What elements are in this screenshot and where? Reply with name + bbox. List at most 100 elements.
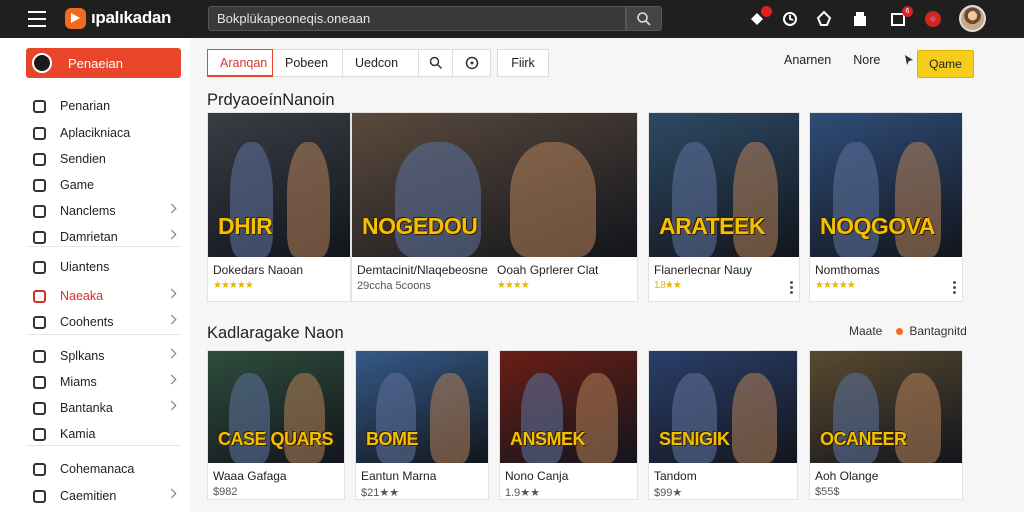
sidebar-item-label: Splkans (60, 349, 105, 363)
game-price: $99★ (654, 487, 683, 499)
section-2-filter-2[interactable]: Bantagnitd (909, 324, 966, 338)
game-logo-text: ANSMEK (510, 428, 586, 449)
game-card[interactable]: CASE QUARS Waaa Gafaga $982 (207, 350, 345, 500)
game-logo-text: NOGEDOU (362, 212, 478, 239)
game-subtitle: 29ccha 5coons (357, 280, 431, 292)
sidebar: Penaeian Penarian Aplacikniaca Sendien Game… (0, 38, 190, 512)
more-options-icon[interactable] (953, 281, 956, 296)
game-card[interactable]: OCANEER Aoh Olange $55$ (809, 350, 963, 500)
game-title: Flanerlecnar Nauy (654, 263, 753, 277)
sidebar-item-label: Aplacikniaca (60, 126, 131, 140)
sidebar-item-11[interactable]: Bantanka (33, 397, 181, 419)
game-thumbnail: NOGEDOU (352, 113, 637, 257)
game-thumbnail: OCANEER (810, 351, 962, 463)
chevron-right-icon (166, 288, 177, 299)
puzzle-icon (33, 230, 46, 244)
rating-stars: ★★★★★ (213, 280, 254, 291)
sidebar-item-4[interactable]: Nanclems (33, 200, 181, 222)
sidebar-item-label: Uiantens (60, 260, 110, 274)
tab-0[interactable]: Aranqan (207, 49, 273, 77)
clock-icon[interactable] (781, 10, 799, 28)
game-card[interactable]: NOQGOVA Nomthomas ★★★★★ (809, 112, 963, 302)
tab-label: Pobeen (285, 56, 329, 70)
logo-icon[interactable] (65, 8, 86, 29)
game-title: Aoh Olange (815, 469, 879, 483)
game-card[interactable]: NOGEDOU Demtacinit/Nlaqebeosne 29ccha 5coo… (351, 112, 638, 302)
chevron-right-icon (166, 488, 177, 499)
toolbar-right: Anarnen Nore (784, 53, 930, 67)
sidebar-item-0[interactable]: Penarian (33, 95, 181, 117)
game-card[interactable]: DHIR Dokedars Naoan ★★★★★ (207, 112, 351, 302)
sidebar-item-label: Penarian (60, 99, 111, 113)
toolbar-link-2[interactable]: Nore (853, 53, 880, 67)
sidebar-item-label: Nanclems (60, 204, 116, 218)
notification-icon[interactable]: 6 (889, 6, 913, 28)
disc-icon (33, 489, 46, 503)
sidebar-item-label: Game (60, 178, 95, 192)
sidebar-item-6[interactable]: Uiantens (33, 256, 181, 278)
tab-5[interactable]: Fiirk (497, 49, 549, 77)
main-content: Aranqan Pobeen Uedcon Fiirk Anarnen Nore… (190, 38, 1024, 512)
sidebar-item-12[interactable]: Kamia (33, 423, 181, 445)
top-bar: ıpalıkadan 6 (0, 0, 1024, 38)
gift-icon[interactable] (851, 10, 869, 28)
sidebar-item-8[interactable]: Coohents (33, 311, 181, 333)
sidebar-item-14[interactable]: Caemitien (33, 485, 181, 507)
sidebar-item-2[interactable]: Sendien (33, 148, 181, 170)
game-thumbnail: CASE QUARS (208, 351, 344, 463)
game-price: 1.9★★ (505, 487, 541, 499)
game-thumbnail: SENIGIK (649, 351, 797, 463)
user-icon (33, 375, 46, 389)
chevron-right-icon (166, 203, 177, 214)
game-title: Ooah Gprlerer Clat (497, 263, 599, 277)
avatar[interactable] (959, 5, 986, 32)
sidebar-item-1[interactable]: Aplacikniaca (33, 122, 181, 144)
search-input[interactable] (209, 7, 625, 30)
app-logo-text[interactable]: ıpalıkadan (91, 8, 171, 28)
sidebar-item-label: Damrietan (60, 230, 118, 244)
sidebar-item-10[interactable]: Miams (33, 371, 181, 393)
toolbar-link-1[interactable]: Anarnen (784, 53, 831, 67)
sword-icon (33, 349, 46, 363)
sidebar-item-label: Naeaka (60, 289, 104, 303)
rating-stars: 1.8★★ (654, 280, 682, 291)
game-card[interactable]: BOME Eantun Marna $21★★ (355, 350, 489, 500)
game-card[interactable]: ARATEEK Flanerlecnar Nauy 1.8★★ (648, 112, 800, 302)
sidebar-item-7[interactable]: Naeaka (33, 285, 181, 307)
game-price: $21★★ (361, 487, 400, 499)
filter-dot-icon (896, 327, 904, 335)
doc-icon (33, 401, 46, 415)
user-shield-icon[interactable] (815, 10, 833, 28)
tab-refresh[interactable] (453, 49, 491, 77)
game-card[interactable]: ANSMEK Nono Canja 1.9★★ (499, 350, 638, 500)
sidebar-item-label: Bantanka (60, 401, 113, 415)
section-2-filter-1[interactable]: Maate (849, 324, 882, 338)
tab-2[interactable]: Uedcon (343, 49, 419, 77)
game-title: Dokedars Naoan (213, 263, 304, 277)
primary-action-label: Qame (929, 57, 962, 71)
sidebar-main-button[interactable]: Penaeian (26, 48, 181, 78)
sidebar-item-9[interactable]: Splkans (33, 345, 181, 367)
game-card[interactable]: SENIGIK Tandom $99★ (648, 350, 798, 500)
settings-icon[interactable] (924, 10, 942, 28)
game-price: $55$ (815, 486, 840, 498)
pin-icon[interactable] (902, 53, 916, 67)
tab-search[interactable] (419, 49, 453, 77)
primary-action-button[interactable]: Qame (917, 50, 974, 78)
sidebar-item-5[interactable]: Damrietan (33, 226, 181, 248)
menu-icon[interactable] (28, 11, 46, 27)
search-button[interactable] (626, 6, 662, 31)
tab-1[interactable]: Pobeen (273, 49, 343, 77)
cube-icon (33, 315, 46, 329)
record-icon[interactable] (748, 6, 772, 28)
search-box[interactable] (208, 6, 626, 31)
game-logo-text: SENIGIK (659, 428, 730, 449)
game-thumbnail: NOQGOVA (810, 113, 962, 257)
more-options-icon[interactable] (790, 281, 793, 296)
section-1-title: PrdyaoeínNanoin (207, 91, 335, 109)
sidebar-divider (26, 334, 181, 335)
sidebar-item-3[interactable]: Game (33, 174, 181, 196)
box-icon (33, 260, 46, 274)
sidebar-item-13[interactable]: Cohemanaca (33, 458, 181, 480)
rating-stars: ★★★★ (497, 280, 530, 291)
